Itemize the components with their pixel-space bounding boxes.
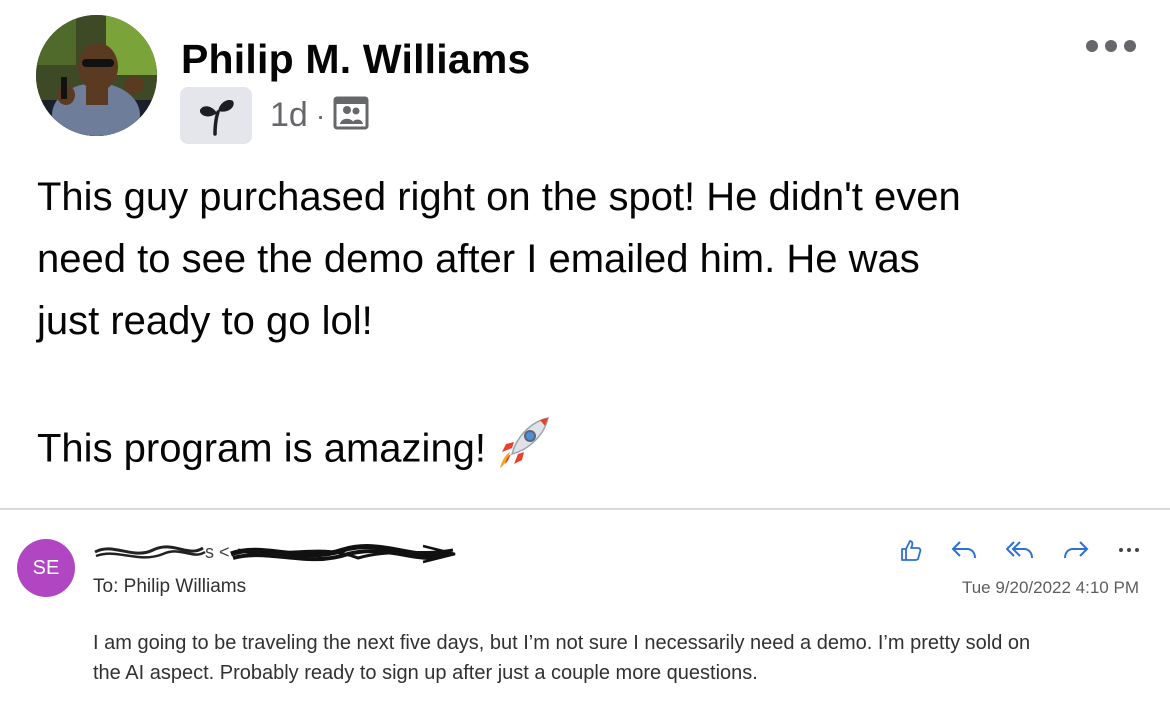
post-closing-text: This program is amazing! <box>37 426 487 471</box>
sprout-icon[interactable] <box>180 87 252 144</box>
email-body: I am going to be traveling the next five… <box>93 628 1143 688</box>
svg-text:s <: s < <box>205 542 230 562</box>
post-meta: 1d · <box>180 87 369 144</box>
email-date: Tue 9/20/2022 4:10 PM <box>961 578 1139 597</box>
reply-all-icon[interactable] <box>1006 539 1034 561</box>
group-icon <box>333 95 369 136</box>
email-body-line: the AI aspect. Probably ready to sign up… <box>93 662 758 684</box>
post-text-line: need to see the demo after I emailed him… <box>37 237 920 281</box>
more-dot <box>1086 40 1098 52</box>
email-actions <box>900 537 1140 563</box>
post-text: This guy purchased right on the spot! He… <box>37 166 1147 488</box>
rocket-icon <box>496 414 552 488</box>
like-icon[interactable] <box>900 538 922 562</box>
post-text-line: just ready to go lol! <box>37 299 373 343</box>
social-post: Philip M. Williams 1d · This guy purchas… <box>0 0 1170 510</box>
sender-avatar: SE <box>17 539 75 597</box>
post-text-line: This guy purchased right on the spot! He… <box>37 175 961 219</box>
to-line: To: Philip Williams <box>93 576 246 598</box>
author-name[interactable]: Philip M. Williams <box>181 36 531 83</box>
to-recipient: Philip Williams <box>123 576 247 597</box>
meta-separator: · <box>315 99 326 131</box>
more-options-button[interactable] <box>1086 40 1136 52</box>
sender-redacted-scribble: s < <box>93 538 463 564</box>
post-time[interactable]: 1d <box>270 96 308 135</box>
more-dot <box>1105 40 1117 52</box>
more-icon[interactable] <box>1118 546 1140 554</box>
post-text-line: This program is amazing! <box>37 414 1147 488</box>
email-body-line: I am going to be traveling the next five… <box>93 632 1031 654</box>
reply-icon[interactable] <box>951 539 977 561</box>
author-avatar[interactable] <box>36 15 157 136</box>
more-dot <box>1124 40 1136 52</box>
email-screenshot: SE s < To: Philip Williams Tue 9/20/2022… <box>0 510 1170 708</box>
forward-icon[interactable] <box>1063 539 1089 561</box>
to-label: To: <box>93 576 119 597</box>
